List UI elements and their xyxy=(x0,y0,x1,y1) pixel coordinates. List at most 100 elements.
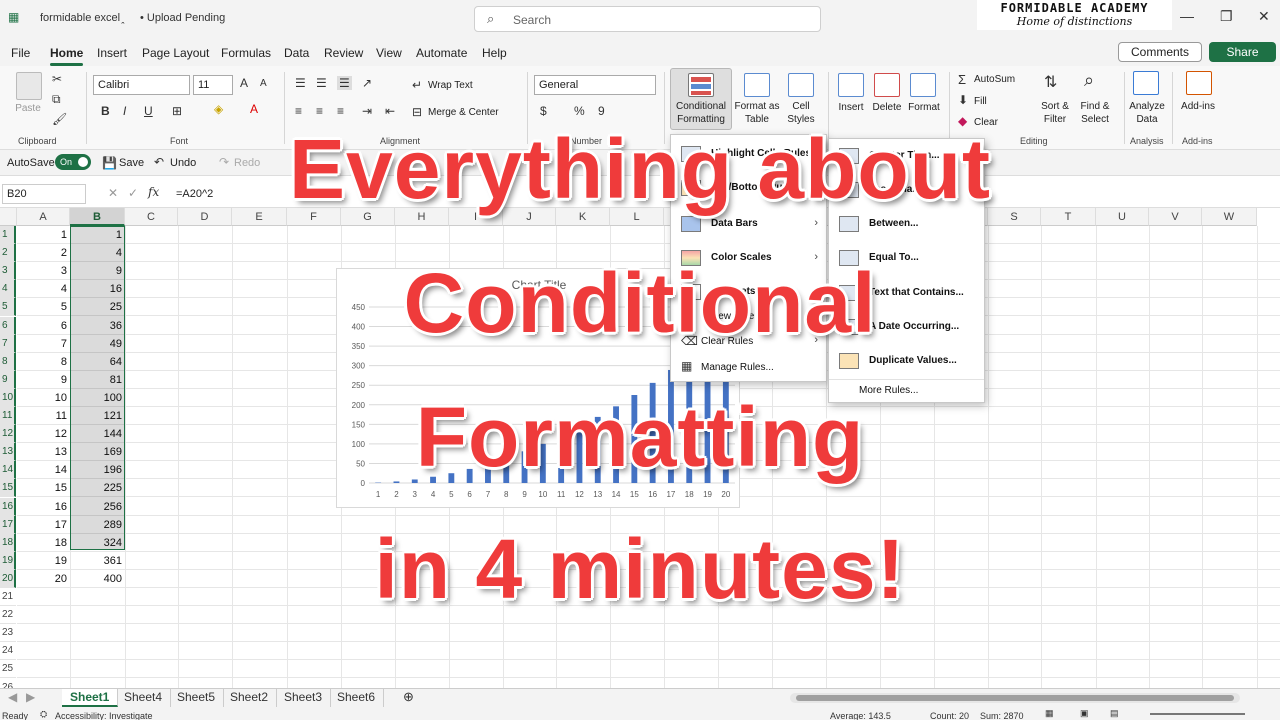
format-as-table-icon[interactable] xyxy=(744,73,770,97)
tab-data[interactable]: Data xyxy=(284,46,309,60)
font-name-select[interactable]: Calibri xyxy=(93,75,190,95)
horizontal-scrollbar[interactable] xyxy=(790,693,1240,703)
cell-a8[interactable]: 8 xyxy=(17,353,70,371)
borders-icon[interactable]: ⊞ xyxy=(172,104,182,118)
row-header-16[interactable]: 16 xyxy=(0,498,16,516)
tab-view[interactable]: View xyxy=(376,46,402,60)
menu-item-manage-rules[interactable]: ▦ Manage Rules... xyxy=(671,357,826,379)
comma-icon[interactable]: 9 xyxy=(598,104,605,118)
page-layout-view-icon[interactable]: ▣ xyxy=(1080,708,1089,719)
row-header-8[interactable]: 8 xyxy=(0,353,16,371)
sheet-tab-sheet5[interactable]: Sheet5 xyxy=(169,689,225,707)
cell-a16[interactable]: 16 xyxy=(17,498,70,516)
indent-icon[interactable]: ⇥ xyxy=(362,104,372,118)
user-icon[interactable]: ꞈ xyxy=(121,12,125,24)
accessibility-icon[interactable]: ⛭ xyxy=(40,709,47,720)
align-center-icon[interactable]: ≡ xyxy=(316,104,323,118)
outdent-icon[interactable]: ⇤ xyxy=(385,104,395,118)
tab-review[interactable]: Review xyxy=(324,46,363,60)
italic-icon[interactable]: I xyxy=(123,104,126,118)
paste-icon[interactable] xyxy=(16,72,42,100)
prev-sheet-icon[interactable]: ◀ xyxy=(8,690,17,704)
sheet-tab-sheet3[interactable]: Sheet3 xyxy=(276,689,332,707)
fill-icon[interactable]: ⬇ xyxy=(958,93,968,107)
number-format-select[interactable]: General xyxy=(534,75,656,95)
merge-center-button[interactable]: Merge & Center xyxy=(428,106,499,119)
align-bottom-icon[interactable]: ☰ xyxy=(337,76,352,90)
share-button[interactable]: Share xyxy=(1209,42,1276,62)
orientation-icon[interactable]: ↗ xyxy=(362,76,372,90)
normal-view-icon[interactable]: ▦ xyxy=(1045,708,1054,719)
count-status[interactable]: Count: 20 xyxy=(930,711,969,720)
format-cells-icon[interactable] xyxy=(910,73,936,97)
autosum-button[interactable]: AutoSum xyxy=(974,73,1015,86)
restore-icon[interactable]: ❐ xyxy=(1220,8,1233,25)
underline-icon[interactable]: U xyxy=(144,104,153,118)
cell-a9[interactable]: 9 xyxy=(17,371,70,389)
sort-filter-icon[interactable]: ⇅ xyxy=(1044,72,1057,92)
analyze-data-button[interactable]: Analyze Data xyxy=(1126,100,1168,126)
tab-insert[interactable]: Insert xyxy=(97,46,127,60)
tab-formulas[interactable]: Formulas xyxy=(221,46,271,60)
shrink-font-icon[interactable]: A xyxy=(260,78,267,89)
next-sheet-icon[interactable]: ▶ xyxy=(26,690,35,704)
sum-status[interactable]: Sum: 2870 xyxy=(980,711,1024,720)
align-top-icon[interactable]: ☰ xyxy=(295,76,306,90)
sheet-tab-sheet6[interactable]: Sheet6 xyxy=(329,689,385,707)
row-header-24[interactable]: 24 xyxy=(0,642,16,660)
sheet-tab-sheet4[interactable]: Sheet4 xyxy=(116,689,172,707)
delete-cells-icon[interactable] xyxy=(874,73,900,97)
percent-icon[interactable]: % xyxy=(574,104,585,118)
find-select-button[interactable]: Find & Select xyxy=(1074,100,1116,126)
tab-file[interactable]: File xyxy=(11,46,30,60)
comments-button[interactable]: Comments xyxy=(1118,42,1202,62)
search-input[interactable]: ⌕ Search xyxy=(474,6,821,32)
wrap-text-icon[interactable]: ↵ xyxy=(412,78,422,92)
align-middle-icon[interactable]: ☰ xyxy=(316,76,327,90)
upload-status[interactable]: • Upload Pending xyxy=(140,12,225,24)
delete-cells-button[interactable]: Delete xyxy=(869,101,905,114)
zoom-slider[interactable] xyxy=(1150,713,1245,715)
close-icon[interactable]: ✕ xyxy=(1258,8,1270,25)
scrollbar-thumb[interactable] xyxy=(796,695,1234,701)
insert-cells-icon[interactable] xyxy=(838,73,864,97)
cell-a1[interactable]: 1 xyxy=(17,226,70,244)
cell-styles-icon[interactable] xyxy=(788,73,814,97)
minimize-icon[interactable]: — xyxy=(1180,8,1194,24)
wrap-text-button[interactable]: Wrap Text xyxy=(428,79,473,92)
tab-help[interactable]: Help xyxy=(482,46,507,60)
insert-cells-button[interactable]: Insert xyxy=(833,101,869,114)
row-header-1[interactable]: 1 xyxy=(0,226,16,244)
fill-button[interactable]: Fill xyxy=(974,95,987,108)
bold-icon[interactable]: B xyxy=(101,104,110,118)
tab-automate[interactable]: Automate xyxy=(416,46,467,60)
copy-icon[interactable]: ⧉ xyxy=(52,92,61,107)
menu-item-duplicate-values[interactable]: Duplicate Values... xyxy=(829,346,984,376)
align-left-icon[interactable]: ≡ xyxy=(295,104,302,118)
format-cells-button[interactable]: Format xyxy=(905,101,943,114)
autosum-icon[interactable]: Σ xyxy=(958,72,966,87)
paste-label[interactable]: Paste xyxy=(10,102,46,115)
row-header-23[interactable]: 23 xyxy=(0,624,16,642)
analyze-data-icon[interactable] xyxy=(1133,71,1159,95)
cut-icon[interactable]: ✂ xyxy=(52,72,62,86)
tab-page-layout[interactable]: Page Layout xyxy=(142,46,209,60)
addins-icon[interactable] xyxy=(1186,71,1212,95)
page-break-view-icon[interactable]: ▤ xyxy=(1110,708,1119,719)
row-header-25[interactable]: 25 xyxy=(0,660,16,678)
find-select-icon[interactable]: ⌕ xyxy=(1084,70,1094,91)
sheet-tab-sheet2[interactable]: Sheet2 xyxy=(222,689,278,707)
row-header-9[interactable]: 9 xyxy=(0,371,16,389)
merge-center-icon[interactable]: ⊟ xyxy=(412,105,422,119)
fill-color-icon[interactable]: ◈ xyxy=(214,102,223,116)
sort-filter-button[interactable]: Sort & Filter xyxy=(1034,100,1076,126)
font-color-icon[interactable]: A xyxy=(250,102,258,116)
average-status[interactable]: Average: 143.5 xyxy=(830,711,891,720)
align-right-icon[interactable]: ≡ xyxy=(337,104,344,118)
grow-font-icon[interactable]: A xyxy=(240,76,248,90)
addins-button[interactable]: Add-ins xyxy=(1176,100,1220,113)
font-size-select[interactable]: 11 xyxy=(193,75,233,95)
add-sheet-icon[interactable]: ⊕ xyxy=(403,689,414,705)
sheet-tab-sheet1[interactable]: Sheet1 xyxy=(62,689,119,707)
accounting-icon[interactable]: $ xyxy=(540,104,547,118)
